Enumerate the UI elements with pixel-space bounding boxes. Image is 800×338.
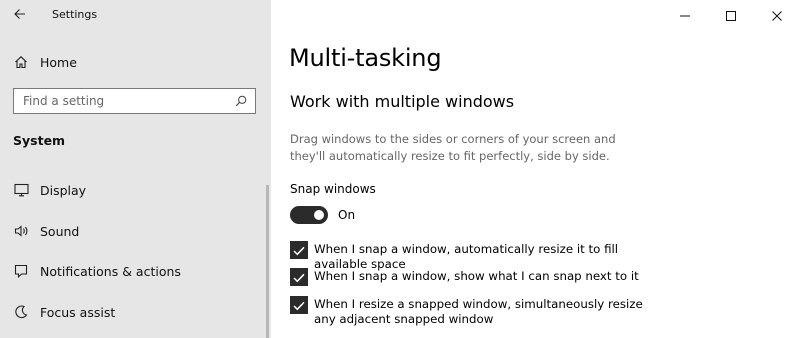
maximize-icon xyxy=(726,6,736,25)
minimize-button[interactable] xyxy=(662,0,708,30)
checkmark-icon xyxy=(293,296,305,315)
maximize-button[interactable] xyxy=(708,0,754,30)
sidebar-item-label: Home xyxy=(40,54,77,70)
description-text: Drag windows to the sides or corners of … xyxy=(290,132,616,163)
sidebar-item-home[interactable]: Home xyxy=(0,50,271,74)
minimize-icon xyxy=(680,6,690,25)
page-title: Multi-tasking xyxy=(289,44,442,72)
checkbox-label: When I snap a window, show what I can sn… xyxy=(314,269,639,283)
title-bar: Settings xyxy=(0,0,271,28)
home-icon xyxy=(13,54,29,70)
search-icon[interactable] xyxy=(235,92,247,111)
focus-assist-icon xyxy=(13,304,29,320)
auto-resize-checkbox[interactable] xyxy=(290,241,308,259)
window-controls xyxy=(662,0,800,30)
sidebar-item-notifications[interactable]: Notifications & actions xyxy=(0,258,266,284)
section-title: System xyxy=(13,133,66,148)
back-arrow-icon xyxy=(14,5,26,24)
toggle-knob xyxy=(314,210,324,220)
search-box xyxy=(13,88,256,114)
sidebar: Settings Home System Display Sound Notif… xyxy=(0,0,271,338)
snap-windows-toggle[interactable] xyxy=(290,206,328,224)
close-button[interactable] xyxy=(754,0,800,30)
close-icon xyxy=(772,6,782,25)
checkbox-label: When I resize a snapped window, simultan… xyxy=(314,297,643,326)
display-icon xyxy=(13,182,29,198)
back-button[interactable] xyxy=(0,0,40,28)
snap-windows-label: Snap windows xyxy=(290,182,376,196)
sidebar-item-focus-assist[interactable]: Focus assist xyxy=(0,299,266,325)
toggle-state-label: On xyxy=(338,208,356,222)
sidebar-item-label: Sound xyxy=(40,223,80,239)
resize-adjacent-checkbox[interactable] xyxy=(290,296,308,314)
checkbox-row-resize-adjacent: When I resize a snapped window, simultan… xyxy=(290,296,654,327)
main-content: Multi-tasking Work with multiple windows… xyxy=(271,0,800,338)
sidebar-item-sound[interactable]: Sound xyxy=(0,218,266,244)
checkmark-icon xyxy=(293,268,305,287)
sidebar-item-label: Focus assist xyxy=(40,304,116,320)
sidebar-item-display[interactable]: Display xyxy=(0,177,266,203)
sound-icon xyxy=(13,223,29,239)
notifications-icon xyxy=(13,263,29,279)
checkmark-icon xyxy=(293,241,305,260)
snap-assist-checkbox[interactable] xyxy=(290,268,308,286)
app-title: Settings xyxy=(52,7,98,21)
search-input[interactable] xyxy=(23,94,223,108)
sidebar-item-label: Notifications & actions xyxy=(40,263,181,279)
sidebar-scrollbar[interactable] xyxy=(266,185,269,338)
section-subheading: Work with multiple windows xyxy=(290,92,515,111)
snap-windows-toggle-row: On xyxy=(290,206,355,224)
sidebar-item-label: Display xyxy=(40,182,87,198)
checkbox-row-snap-assist: When I snap a window, show what I can sn… xyxy=(290,268,674,286)
